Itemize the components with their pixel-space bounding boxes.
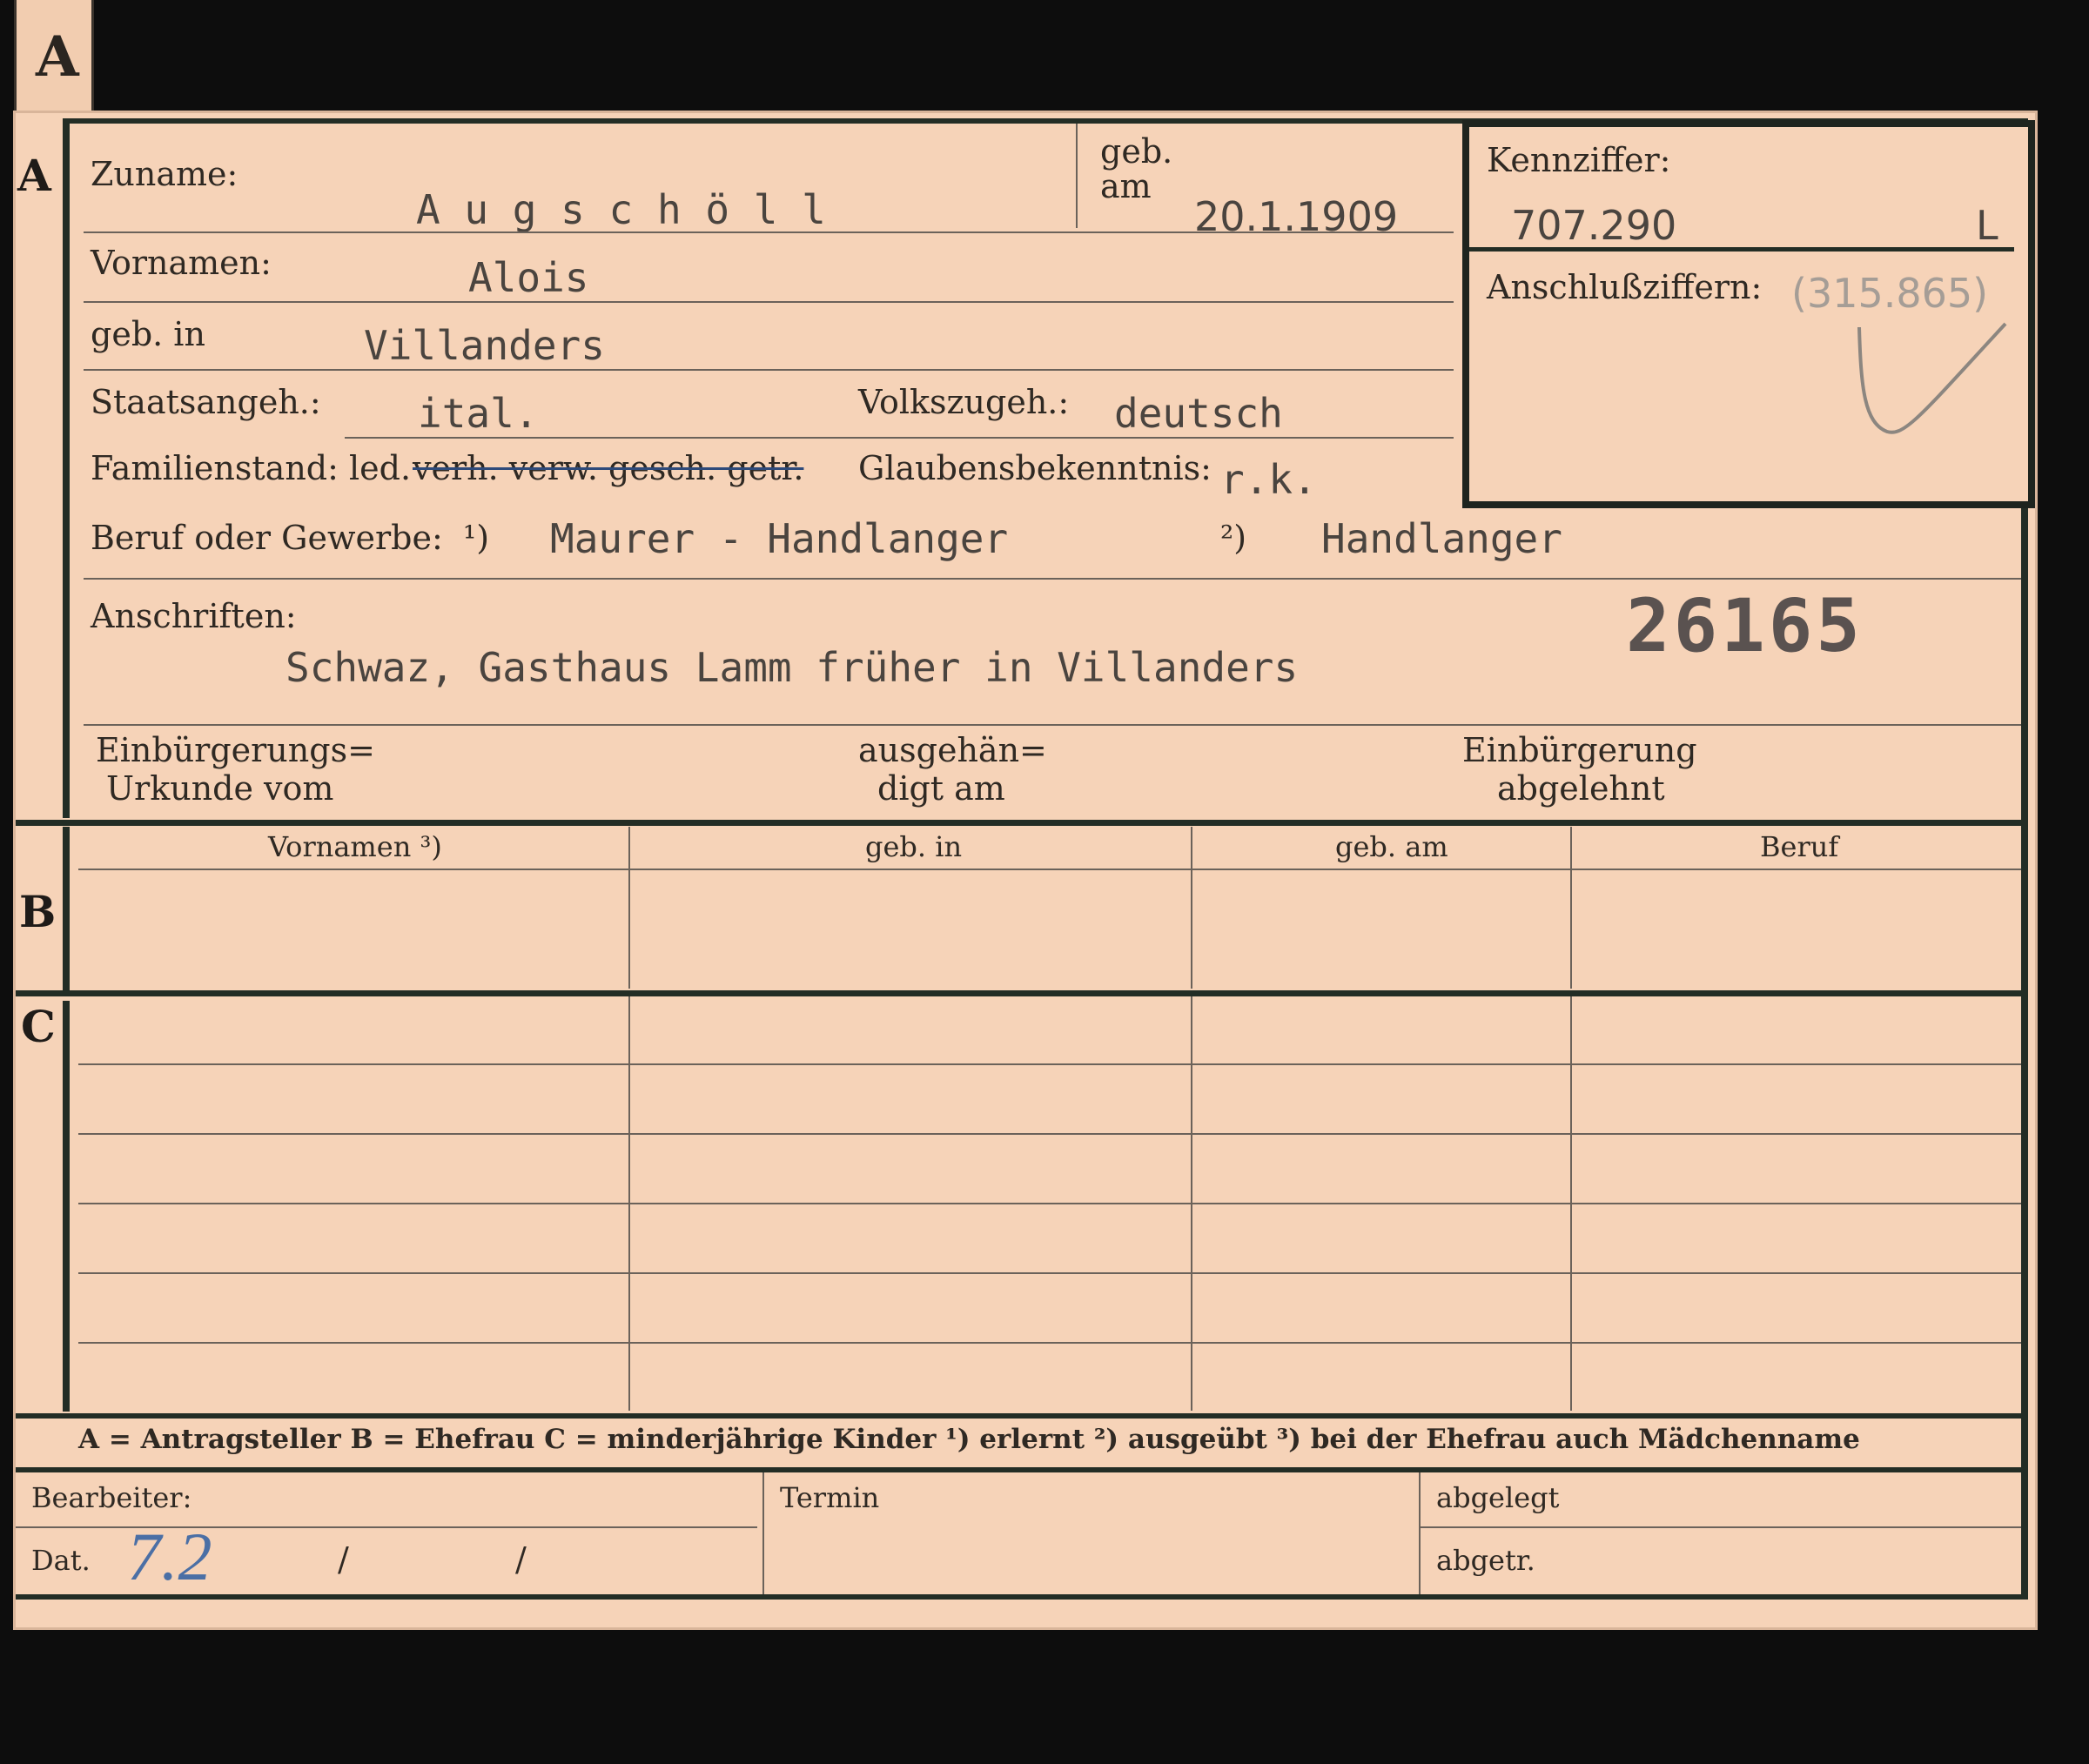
section-b-spine (63, 827, 70, 990)
volkszugeh-value: deutsch (1114, 390, 1283, 437)
familienstand-label: Familienstand: led. (91, 449, 412, 487)
c-row-line-4 (78, 1272, 2021, 1274)
beruf-footnote-1: ¹) (463, 519, 490, 557)
bottom-border (16, 1594, 2028, 1600)
abgetr-label: abgetr. (1436, 1544, 1535, 1577)
section-c-top-border (16, 990, 2028, 996)
beruf-footnote-2: ²) (1220, 519, 1247, 557)
col-geb-in-header: geb. in (865, 830, 963, 863)
c-row-line-5 (78, 1342, 2021, 1344)
glaubens-value: r.k. (1220, 456, 1317, 503)
kennziffer-line (1469, 247, 2014, 252)
einb-urkunde-label-2: Urkunde vom (106, 769, 334, 808)
kennziffer-box: Kennziffer: 707.290 L Anschlußziffern: (… (1462, 120, 2035, 508)
row6-line (84, 578, 2021, 580)
einb-abgelehnt-label-1: Einbürgerung (1462, 731, 1697, 769)
zuname-label: Zuname: (91, 155, 238, 193)
legend-top-border (16, 1413, 2028, 1419)
kennziffer-suffix: L (1976, 202, 1998, 249)
beruf-value-1: Maurer - Handlanger (550, 515, 1009, 562)
col-vornamen-header: Vornamen ³) (268, 830, 442, 863)
col-geb-am-header: geb. am (1335, 830, 1448, 863)
dat-separator-1: / (338, 1540, 349, 1579)
footer-top-border (16, 1467, 2028, 1472)
card-tab: A (14, 0, 94, 115)
kennziffer-label: Kennziffer: (1487, 141, 1671, 179)
glaubens-label: Glaubensbekenntnis: (858, 449, 1212, 487)
c-row-line-3 (78, 1203, 2021, 1204)
c-row-line-2 (78, 1133, 2021, 1135)
termin-label: Termin (780, 1481, 880, 1514)
row2-line (84, 301, 1454, 303)
staatsangeh-label: Staatsangeh.: (91, 383, 321, 421)
col-divider-1 (628, 827, 630, 989)
beruf-label: Beruf oder Gewerbe: (91, 519, 443, 557)
anschluss-value: (315.865) (1791, 270, 1989, 317)
geb-am-divider (1076, 124, 1078, 228)
footer-divider-2 (1419, 1472, 1421, 1594)
ausgehaendigt-label-1: ausgehän= (858, 731, 1047, 769)
footer-divider-1 (762, 1472, 764, 1594)
einb-urkunde-label-1: Einbürgerungs= (96, 731, 375, 769)
col-divider-2 (1191, 827, 1192, 989)
section-b-header-line (78, 869, 2021, 870)
legend-text: A = Antragsteller B = Ehefrau C = minder… (78, 1424, 1860, 1455)
col-beruf-header: Beruf (1760, 830, 1839, 863)
dat-handwritten: 7.2 (127, 1519, 212, 1594)
familienstand-struck-options: verh. verw. gesch. getr. (413, 449, 804, 487)
volkszugeh-label: Volkszugeh.: (858, 383, 1070, 421)
section-letter-b: B (19, 886, 57, 937)
c-row-line-1 (78, 1063, 2021, 1065)
registration-card: A B C Zuname: A u g s c h ö l l geb. am … (16, 113, 2035, 1627)
einb-abgelehnt-label-2: abgelehnt (1497, 769, 1665, 808)
abgelegt-line (1419, 1526, 2021, 1528)
col-divider-3 (1570, 827, 1572, 989)
tab-letter: A (36, 24, 79, 90)
row7-line (84, 724, 2021, 726)
staatsangeh-value: ital. (418, 390, 539, 437)
geb-am-label-2: am (1100, 167, 1152, 205)
section-letter-c: C (21, 1001, 56, 1052)
check-mark-icon (1857, 322, 2007, 434)
stamp-number: 26165 (1626, 583, 1864, 668)
abgelegt-label: abgelegt (1436, 1481, 1560, 1514)
anschluss-label: Anschlußziffern: (1487, 268, 1763, 306)
geb-in-label: geb. in (91, 315, 205, 353)
row1-line (84, 231, 1454, 233)
beruf-value-2: Handlanger (1321, 515, 1562, 562)
ausgehaendigt-label-2: digt am (877, 769, 1005, 808)
section-b-top-border (16, 820, 2028, 826)
row4-line (345, 437, 1454, 439)
section-letter-a: A (17, 150, 51, 201)
anschriften-label: Anschriften: (91, 597, 297, 635)
section-a-spine (63, 122, 70, 818)
section-c-spine (63, 1001, 70, 1412)
anschrift-value: Schwaz, Gasthaus Lamm früher in Villande… (285, 644, 1299, 691)
geb-in-value: Villanders (364, 322, 605, 369)
bearbeiter-label: Bearbeiter: (31, 1481, 192, 1514)
kennziffer-value: 707.290 (1511, 202, 1677, 249)
dat-separator-2: / (515, 1540, 527, 1579)
geb-am-label-1: geb. (1100, 132, 1173, 171)
zuname-value: A u g s c h ö l l (416, 186, 826, 233)
dat-label: Dat. (31, 1544, 91, 1577)
vornamen-value: Alois (468, 254, 589, 301)
vornamen-label: Vornamen: (91, 244, 272, 282)
row3-line (84, 369, 1454, 371)
